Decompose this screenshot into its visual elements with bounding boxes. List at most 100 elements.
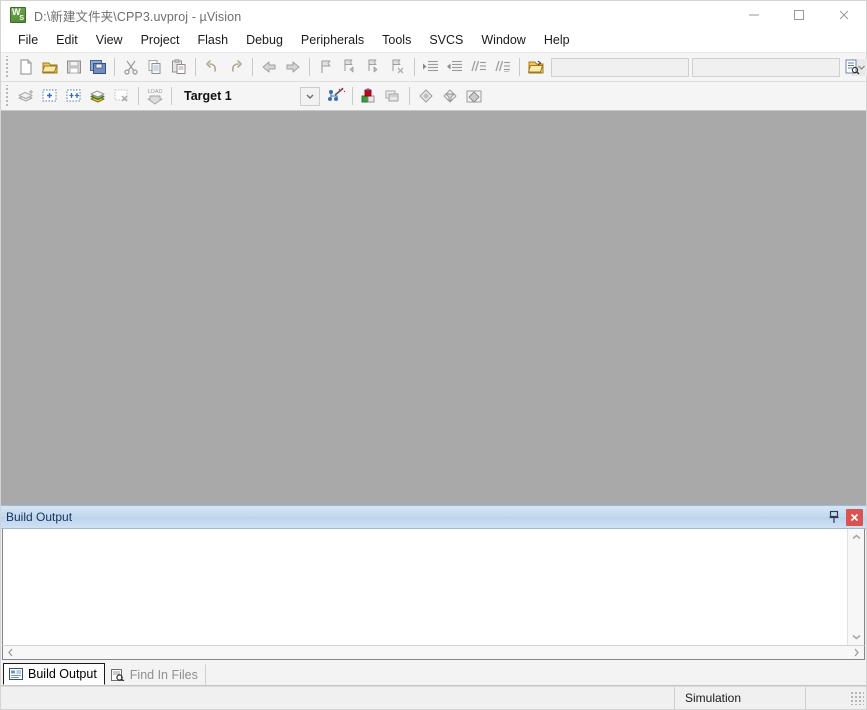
- find-in-files-icon: [110, 668, 126, 682]
- redo-button[interactable]: [224, 55, 248, 79]
- save-button[interactable]: [62, 55, 86, 79]
- open-file-button[interactable]: [38, 55, 62, 79]
- copy-button[interactable]: [143, 55, 167, 79]
- uncomment-button[interactable]: [491, 55, 515, 79]
- status-extra-cell: [805, 687, 850, 709]
- find-in-files-input[interactable]: [552, 58, 711, 76]
- build-output-actions: [826, 506, 863, 528]
- uvision-logo-icon: [10, 7, 26, 23]
- find-combo-box[interactable]: [692, 57, 867, 77]
- build-output-icon: [8, 667, 24, 681]
- menu-file[interactable]: File: [9, 30, 47, 51]
- pack-installer-button[interactable]: [438, 84, 462, 108]
- find-combo-input[interactable]: [693, 58, 852, 76]
- menu-debug[interactable]: Debug: [237, 30, 292, 51]
- minimize-icon[interactable]: [731, 1, 776, 29]
- build-target-button[interactable]: [38, 84, 62, 108]
- bottom-tab-strip: Build Output Find In Files: [1, 660, 866, 686]
- build-output-panel: Build Output: [1, 505, 866, 660]
- status-simulation: Simulation: [674, 687, 805, 709]
- close-icon[interactable]: [821, 1, 866, 29]
- indent-button[interactable]: [419, 55, 443, 79]
- build-output-header: Build Output: [1, 505, 866, 529]
- manage-run-time-button[interactable]: [462, 84, 486, 108]
- comment-button[interactable]: [467, 55, 491, 79]
- open-project-folder-button[interactable]: [524, 55, 548, 79]
- chevron-right-icon[interactable]: [849, 646, 864, 659]
- toolbar-separator: [519, 58, 520, 76]
- tab-find-in-files[interactable]: Find In Files: [105, 664, 206, 685]
- stop-build-button[interactable]: [110, 84, 134, 108]
- uvision-window: D:\新建文件夹\CPP3.uvproj - µVision File Edit…: [0, 0, 867, 710]
- undo-button[interactable]: [200, 55, 224, 79]
- clear-bookmarks-button[interactable]: [386, 55, 410, 79]
- toolbar-separator: [171, 87, 172, 105]
- file-toolbar: d: [1, 53, 867, 82]
- find-in-files-button[interactable]: [840, 55, 864, 79]
- menu-help[interactable]: Help: [535, 30, 579, 51]
- toolbar-separator: [195, 58, 196, 76]
- window-title: D:\新建文件夹\CPP3.uvproj - µVision: [34, 9, 242, 24]
- navigate-forward-button[interactable]: [281, 55, 305, 79]
- menu-view[interactable]: View: [87, 30, 132, 51]
- svg-text:LOAD: LOAD: [148, 89, 163, 95]
- toolbar-separator: [414, 58, 415, 76]
- target-selector-value: Target 1: [184, 89, 232, 103]
- toolbar-grip[interactable]: [3, 56, 12, 78]
- toolbar-separator: [352, 87, 353, 105]
- title-bar: D:\新建文件夹\CPP3.uvproj - µVision: [1, 1, 866, 29]
- paste-button[interactable]: [167, 55, 191, 79]
- toolbar-separator: [138, 87, 139, 105]
- toolbar-grip[interactable]: [3, 85, 12, 107]
- menu-tools[interactable]: Tools: [373, 30, 420, 51]
- save-all-button[interactable]: [86, 55, 110, 79]
- toolbar-separator: [252, 58, 253, 76]
- menu-project[interactable]: Project: [132, 30, 189, 51]
- mdi-client-area: [1, 111, 866, 505]
- build-output-body: [2, 529, 865, 645]
- toolbar-separator: [309, 58, 310, 76]
- outdent-button[interactable]: [443, 55, 467, 79]
- batch-build-button[interactable]: [86, 84, 110, 108]
- toolbar-separator: [114, 58, 115, 76]
- pin-icon[interactable]: [826, 508, 842, 526]
- resize-grip-icon[interactable]: [850, 691, 864, 705]
- status-bar: Simulation: [1, 686, 866, 709]
- chevron-down-icon[interactable]: [848, 629, 864, 645]
- window-controls: [731, 1, 866, 29]
- toggle-bookmark-button[interactable]: [314, 55, 338, 79]
- menu-flash[interactable]: Flash: [188, 30, 237, 51]
- tab-build-output[interactable]: Build Output: [3, 663, 105, 685]
- menu-peripherals[interactable]: Peripherals: [292, 30, 373, 51]
- target-options-wizard-button[interactable]: [324, 84, 348, 108]
- maximize-icon[interactable]: [776, 1, 821, 29]
- tab-build-output-label: Build Output: [28, 667, 97, 681]
- target-selector[interactable]: Target 1: [176, 86, 300, 106]
- build-output-text[interactable]: [3, 529, 847, 645]
- download-button[interactable]: LOAD: [143, 84, 167, 108]
- build-output-vertical-scrollbar[interactable]: [847, 529, 864, 645]
- manage-components-button[interactable]: [414, 84, 438, 108]
- find-in-files-input-box[interactable]: [551, 57, 711, 77]
- previous-bookmark-button[interactable]: [338, 55, 362, 79]
- toolbar-separator: [409, 87, 410, 105]
- chevron-up-icon[interactable]: [848, 529, 864, 545]
- menu-edit[interactable]: Edit: [47, 30, 87, 51]
- menu-window[interactable]: Window: [472, 30, 534, 51]
- build-toolbar: LOAD Target 1: [1, 82, 866, 111]
- manage-project-items-button[interactable]: [381, 84, 405, 108]
- rebuild-all-button[interactable]: [62, 84, 86, 108]
- new-file-button[interactable]: [14, 55, 38, 79]
- close-x-icon[interactable]: [846, 508, 863, 526]
- tab-find-in-files-label: Find In Files: [129, 667, 198, 682]
- build-output-horizontal-scrollbar[interactable]: [2, 645, 865, 660]
- navigate-back-button[interactable]: [257, 55, 281, 79]
- cut-button[interactable]: [119, 55, 143, 79]
- menu-bar: File Edit View Project Flash Debug Perip…: [1, 29, 866, 53]
- target-dropdown-chevron-down-icon[interactable]: [300, 86, 320, 106]
- options-for-target-button[interactable]: [357, 84, 381, 108]
- next-bookmark-button[interactable]: [362, 55, 386, 79]
- translate-file-button[interactable]: [14, 84, 38, 108]
- menu-svcs[interactable]: SVCS: [420, 30, 472, 51]
- chevron-left-icon[interactable]: [3, 646, 18, 659]
